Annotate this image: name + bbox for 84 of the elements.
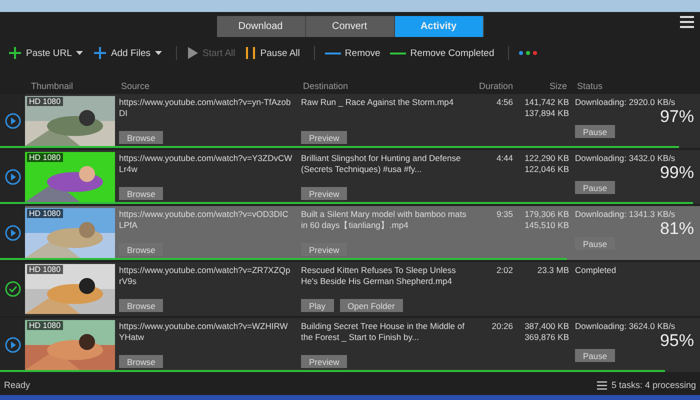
progress-percent: 97% [660,108,694,126]
row-action-button[interactable]: Preview [301,131,348,144]
browse-button[interactable]: Browse [119,299,164,312]
destination-file: Raw Run _ Race Against the Storm.mp4 [301,97,455,108]
column-header: Destination [302,80,350,90]
row-action-button[interactable]: Preview [301,243,348,256]
file-size: 23.3 MB [537,265,569,276]
toolbar-button[interactable]: Pause All [245,46,304,60]
tab[interactable]: Download [216,16,306,36]
download-row[interactable]: HD 1080 https://www.youtube.com/watch?v=vOD3DICLPfA Browse Built a Silent Mary model with bamboo mats in 60 days【tianliang】.mp4 Preview 9:35 179,306 KB 145,510 KB Downloading: 1341.3 KB/s 81% Pause [0,206,700,260]
duration: 2:02 [496,265,513,276]
source-url: https://www.youtube.com/watch?v=vOD3DICLPfA [119,209,290,232]
toolbar-button[interactable]: Remove Completed [390,48,498,58]
caret-icon [154,51,162,55]
file-size: 387,400 KB [524,321,569,332]
duration: 4:44 [496,153,513,164]
download-row[interactable] [0,150,700,204]
pause-button[interactable]: Pause [575,349,616,362]
status-text: Downloading: 3624.0 KB/s [575,321,676,332]
browse-button[interactable]: Browse [119,243,164,256]
column-header: Duration [478,80,514,90]
status-text: Ready [4,380,30,390]
quality-badge: HD 1080 [27,153,63,162]
destination-file: Rescued Kitten Refuses To Sleep Unless He's Beside His German Shepherd.mp4 [301,265,457,288]
quality-badge: HD 1080 [27,321,63,330]
status-text: Downloading: 1341.3 KB/s [575,209,676,220]
source-url: https://www.youtube.com/watch?v=yn-TfAzobDI [119,97,292,120]
destination-file: Brilliant Slingshot for Hunting and Defense (Secrets Techniques) #usa #fy... [301,153,462,176]
download-row[interactable] [0,318,700,372]
play-circle-icon[interactable] [4,169,20,185]
file-size: 122,046 KB [524,164,569,176]
tab[interactable]: Activity [394,16,484,36]
row-action-button[interactable]: Play [301,299,334,312]
source-url: https://www.youtube.com/watch?v=Y3ZDvCWLr4w [119,153,293,176]
row-action-button[interactable]: Open Folder [340,299,403,312]
quality-badge: HD 1080 [27,209,63,218]
browse-button[interactable]: Browse [119,131,164,144]
play-circle-icon[interactable] [4,337,20,353]
toolbar-button[interactable]: Add Files [92,46,166,60]
play-circle-icon[interactable] [4,113,20,129]
column-header: Source [120,80,151,90]
tab[interactable]: Convert [306,16,394,36]
file-size: 145,510 KB [524,220,569,232]
duration: 9:35 [496,209,513,220]
pause-button[interactable]: Pause [575,125,616,138]
quality-badge: HD 1080 [27,97,63,106]
duration: 20:26 [492,321,513,332]
task-count: 5 tasks: 4 processing [611,380,696,390]
file-size: 141,742 KB [524,97,569,108]
column-header: Size [548,80,568,90]
row-action-button[interactable]: Preview [301,187,348,200]
browse-button[interactable]: Browse [119,355,164,368]
check-circle-icon [4,281,20,297]
menu-icon[interactable] [680,16,694,28]
caret-icon [76,51,83,55]
file-size: 122,290 KB [524,153,569,164]
download-row[interactable]: HD 1080 https://www.youtube.com/watch?v=ZR7XZQprV9s Browse Rescued Kitten Refuses To Sleep Unless He's Beside His German Shepherd.mp4 Play Open Folder 2:02 23.3 MB Completed [0,262,700,316]
status-text: Downloading: 2920.0 KB/s [575,97,676,108]
destination-file: Built a Silent Mary model with bamboo mats in 60 days【tianliang】.mp4 [301,209,468,232]
color-dots-icon[interactable] [519,51,538,55]
source-url: https://www.youtube.com/watch?v=ZR7XZQprV9s [119,265,292,288]
status-text: Completed [575,265,618,276]
list-icon [597,380,608,390]
destination-file: Building Secret Tree House in the Middle of the Forest _ Start to Finish by... [301,321,466,344]
file-size: 179,306 KB [524,209,569,220]
progress-percent: 95% [660,332,694,350]
row-action-button[interactable]: Preview [301,355,348,368]
download-row[interactable]: HD 1080 https://www.youtube.com/watch?v=yn-TfAzobDI Browse Raw Run _ Race Against the Storm.mp4 Preview 4:56 141,742 KB 137,894 KB Downloading: 2920.0 KB/s 97% Pause [0,94,700,148]
source-url: https://www.youtube.com/watch?v=WZHIRWYHatw [119,321,289,344]
quality-badge: HD 1080 [27,265,63,274]
browse-button[interactable]: Browse [119,187,164,200]
column-header: Status [576,80,604,90]
toolbar-button[interactable]: Remove [324,48,384,58]
status-text: Downloading: 3432.0 KB/s [575,153,676,164]
pause-button[interactable]: Pause [575,181,616,194]
progress-percent: 81% [660,220,694,238]
file-size: 137,894 KB [524,108,569,120]
play-circle-icon[interactable] [4,225,20,241]
column-header: Thumbnail [30,80,74,90]
progress-percent: 99% [660,164,694,182]
duration: 4:56 [496,97,513,108]
pause-button[interactable]: Pause [575,237,616,250]
toolbar-button[interactable]: Paste URL [8,46,87,60]
file-size: 369,876 KB [524,332,569,344]
